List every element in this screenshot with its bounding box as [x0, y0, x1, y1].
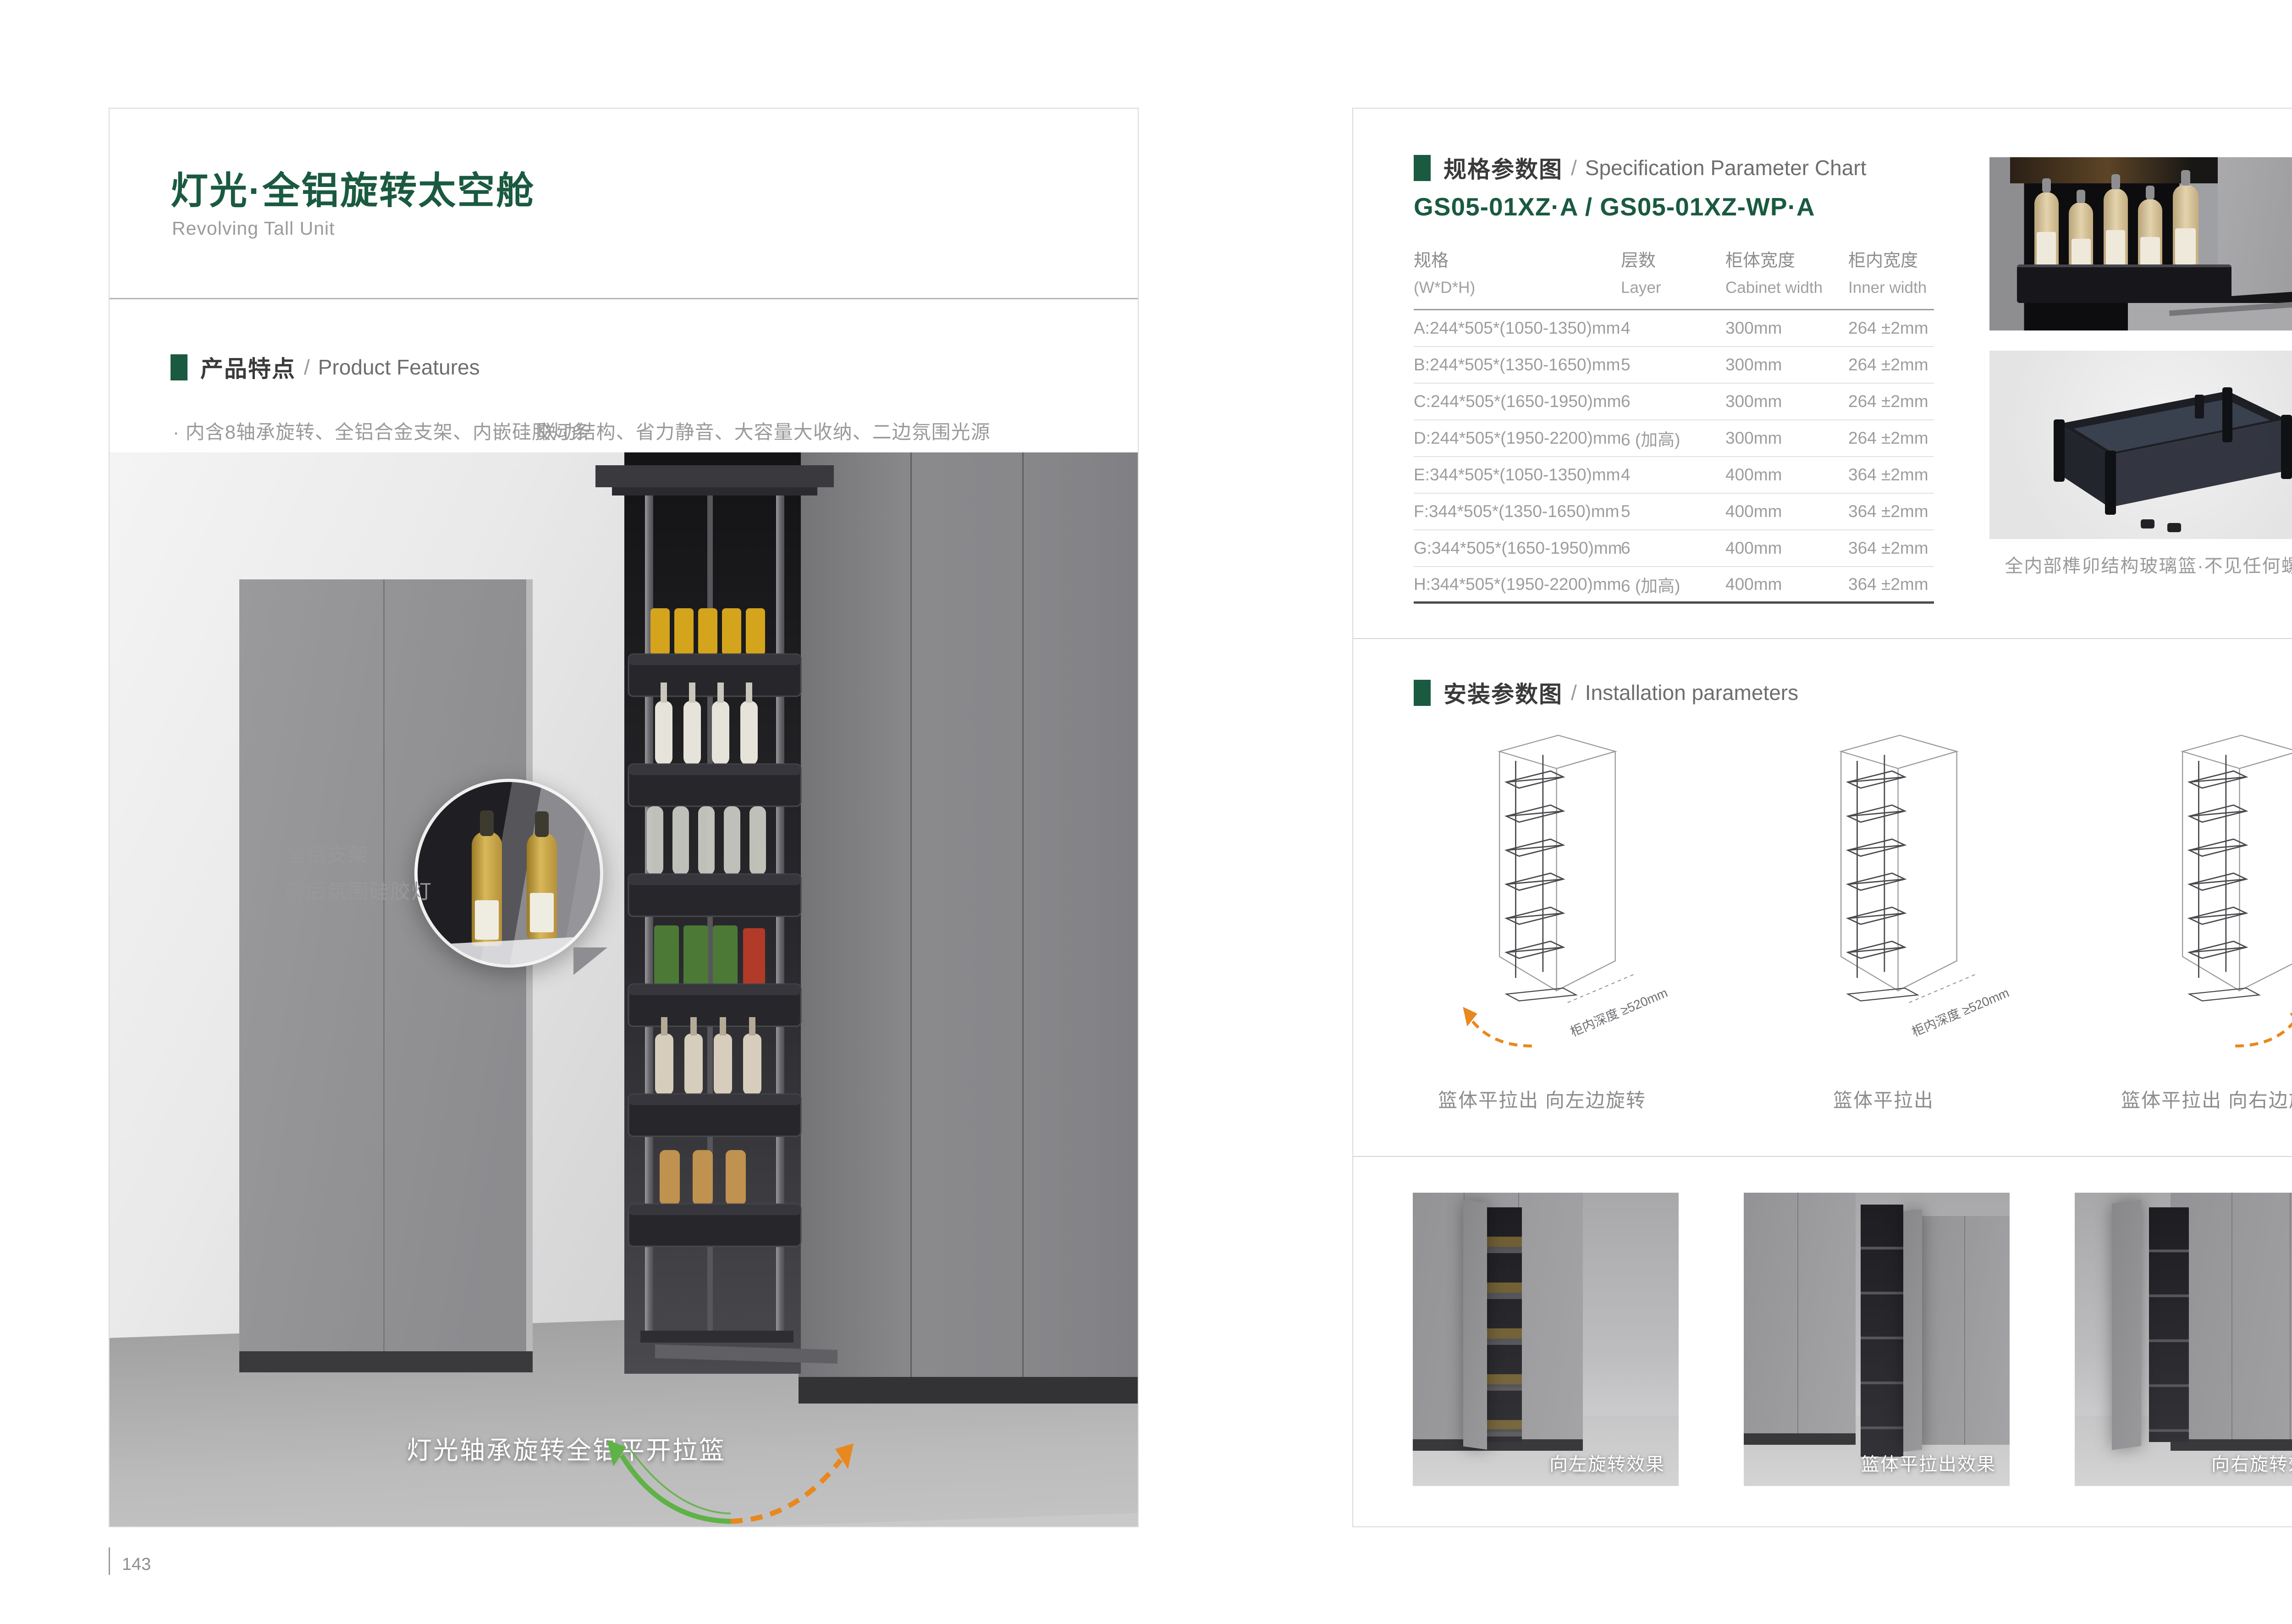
bottle-illustration	[2069, 202, 2093, 275]
bottle-illustration	[472, 831, 502, 946]
page-number-left: 143	[122, 1555, 151, 1574]
spec-table: 规格(W*D*H) 层数Layer 柜体宽度Cabinet width 柜内宽度…	[1414, 246, 1934, 604]
install-heading-separator: /	[1571, 680, 1577, 705]
effect-photo-right-rotate: 向右旋转效果	[2075, 1193, 2292, 1486]
footer-rule-left	[109, 1547, 110, 1575]
diagram-caption: 篮体平拉出	[1755, 1085, 2012, 1113]
spec-heading: 规格参数图 / Specification Parameter Chart	[1414, 151, 1866, 184]
table-row: B:244*505*(1350-1650)mm5300mm264 ±2mm	[1414, 347, 1934, 384]
product-photo-basket	[1989, 351, 2292, 539]
diagram-caption: 篮体平拉出 向左边旋转	[1414, 1085, 1670, 1113]
features-heading-separator: /	[304, 355, 310, 380]
swung-door	[1463, 1200, 1487, 1450]
install-diagram-right-rotate	[2097, 718, 2292, 1076]
effect-caption: 篮体平拉出效果	[1861, 1449, 1996, 1476]
swung-door	[2112, 1200, 2141, 1450]
table-row: H:344*505*(1950-2200)mm6 (加高)400mm364 ±2…	[1414, 567, 1934, 604]
col-header: 柜内宽度	[1848, 246, 1934, 271]
table-row: D:244*505*(1950-2200)mm6 (加高)300mm264 ±2…	[1414, 420, 1934, 457]
install-heading: 安装参数图 / Installation parameters	[1414, 676, 1798, 709]
left-cabinet-panels	[239, 579, 533, 1372]
pullout-rack	[2149, 1207, 2189, 1442]
spec-heading-cn: 规格参数图	[1444, 151, 1563, 184]
left-page-card: 灯光·全铝旋转太空舱 Revolving Tall Unit 产品特点 / Pr…	[109, 108, 1139, 1527]
col-header: 柜体宽度	[1725, 246, 1848, 271]
right-cabinet-panels	[799, 452, 1138, 1404]
bottle-illustration	[527, 832, 557, 939]
features-heading-cn: 产品特点	[200, 351, 296, 384]
gallery-caption: 全内部榫卯结构玻璃篮·不见任何螺丝	[1989, 551, 2292, 578]
callout-note-line2: 前后氛围硅胶灯	[285, 875, 432, 904]
section-divider	[1353, 638, 2292, 639]
green-square-icon	[1414, 680, 1431, 706]
spec-heading-separator: /	[1571, 155, 1577, 180]
effect-photo-left-rotate: 向左旋转效果	[1413, 1193, 1679, 1486]
table-row: C:244*505*(1650-1950)mm6300mm264 ±2mm	[1414, 384, 1934, 420]
glass-basket-illustration	[1989, 351, 2292, 539]
effect-caption: 向左旋转效果	[1549, 1449, 1665, 1476]
rotation-arrows	[593, 1433, 868, 1525]
features-heading: 产品特点 / Product Features	[171, 351, 480, 384]
table-row: F:344*505*(1350-1650)mm5400mm364 ±2mm	[1414, 494, 1934, 530]
callout-note-line1: 全铝支架	[285, 838, 369, 868]
effect-caption: 向右旋转效果	[2211, 1449, 2292, 1476]
door-panel	[1903, 1209, 1922, 1452]
bottle-illustration	[2104, 188, 2128, 271]
page-title: 灯光·全铝旋转太空舱	[171, 160, 535, 215]
table-row: A:244*505*(1050-1350)mm4300mm264 ±2mm	[1414, 310, 1934, 347]
right-page-card: 规格参数图 / Specification Parameter Chart GS…	[1352, 108, 2292, 1527]
bottle-illustration	[2173, 185, 2199, 271]
glass-shelf	[418, 936, 600, 968]
pullout-rack	[1482, 1207, 1522, 1442]
features-heading-en: Product Features	[318, 355, 480, 380]
depth-label: 柜内深度 ≥520mm	[1568, 985, 1669, 1039]
install-diagram-left-rotate: 柜内深度 ≥520mm	[1414, 718, 1670, 1076]
spec-table-header: 规格(W*D*H) 层数Layer 柜体宽度Cabinet width 柜内宽度…	[1414, 246, 1934, 310]
install-diagram-pullout: 柜内深度 ≥520mm	[1755, 718, 2012, 1076]
install-heading-en: Installation parameters	[1585, 680, 1798, 705]
callout-tail	[573, 947, 607, 975]
product-photo-bottles	[1989, 157, 2292, 330]
effect-photo-pullout: 篮体平拉出效果	[1744, 1193, 2010, 1486]
title-divider	[110, 298, 1138, 299]
diagram-caption: 篮体平拉出 向右边旋转	[2097, 1085, 2292, 1113]
page-subtitle: Revolving Tall Unit	[172, 218, 335, 239]
col-header: 规格	[1414, 246, 1621, 271]
table-row: E:344*505*(1050-1350)mm4400mm364 ±2mm	[1414, 457, 1934, 494]
table-row: G:344*505*(1650-1950)mm6400mm364 ±2mm	[1414, 530, 1934, 567]
pullout-rack	[1861, 1205, 1903, 1457]
depth-label: 柜内深度 ≥520mm	[1910, 985, 2011, 1039]
detail-callout-bubble	[414, 779, 603, 968]
basket-front	[2017, 264, 2231, 303]
install-heading-cn: 安装参数图	[1444, 676, 1563, 709]
feature-item: · 联动结构、省力静音、大容量大收纳、二边氛围光源	[524, 417, 991, 445]
green-square-icon	[1414, 155, 1431, 181]
bottle-illustration	[2138, 199, 2162, 275]
model-number: GS05-01XZ·A / GS05-01XZ-WP·A	[1414, 192, 1815, 221]
spec-heading-en: Specification Parameter Chart	[1585, 155, 1867, 180]
bottle-illustration	[2034, 192, 2059, 272]
main-product-photo: 全铝支架 前后氛围硅胶灯 灯光轴承旋转全铝平开拉篮	[110, 452, 1138, 1526]
section-divider	[1353, 1156, 2292, 1157]
catalog-spread: 灯光·全铝旋转太空舱 Revolving Tall Unit 产品特点 / Pr…	[0, 0, 2292, 1624]
green-square-icon	[171, 354, 187, 380]
col-header: 层数	[1621, 246, 1725, 271]
tall-pullout-unit-illustration	[586, 462, 843, 1387]
